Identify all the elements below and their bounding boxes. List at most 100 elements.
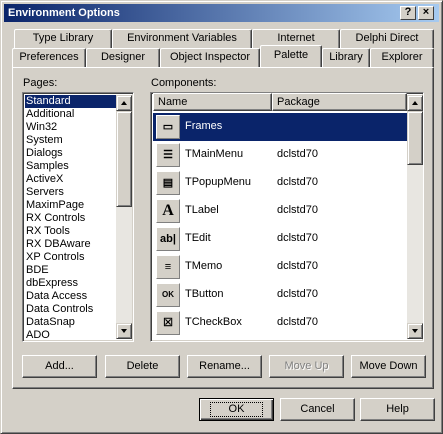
scroll-up-button[interactable] — [407, 95, 423, 111]
close-button[interactable]: × — [418, 6, 434, 20]
title-bar[interactable]: Environment Options ? × — [4, 4, 439, 22]
column-header-package[interactable]: Package — [272, 93, 407, 111]
component-row[interactable]: ▭ Frames — [153, 113, 408, 141]
scroll-thumb[interactable] — [407, 111, 423, 165]
component-row[interactable]: ▤ TPopupMenu dclstd70 — [153, 169, 408, 197]
environment-options-window: Environment Options ? × Type Library Env… — [0, 0, 443, 434]
pages-list-item[interactable]: Win32 — [25, 121, 116, 134]
scroll-up-button[interactable] — [116, 95, 132, 111]
tab-library[interactable]: Library — [322, 48, 370, 67]
component-package: dclstd70 — [277, 176, 318, 188]
component-package: dclstd70 — [277, 260, 318, 272]
pages-list-item[interactable]: XP Controls — [25, 251, 116, 264]
move-down-button[interactable]: Move Down — [351, 355, 426, 378]
close-icon: × — [422, 6, 430, 18]
scroll-down-button[interactable] — [116, 323, 132, 339]
tab-type-library[interactable]: Type Library — [14, 29, 112, 48]
tab-designer[interactable]: Designer — [86, 48, 160, 67]
tab-environment-variables[interactable]: Environment Variables — [112, 29, 252, 48]
tab-label: Explorer — [381, 51, 423, 63]
component-package: dclstd70 — [277, 148, 318, 160]
pages-list-item[interactable]: RX Controls — [25, 212, 116, 225]
pages-list-item[interactable]: RX Tools — [25, 225, 116, 238]
arrow-down-icon — [121, 329, 127, 333]
tab-label: Internet — [277, 32, 315, 44]
pages-listbox[interactable]: Standard Additional Win32 System Dialogs Samp… — [22, 92, 134, 342]
label-icon: A — [156, 199, 180, 223]
component-name: Frames — [185, 120, 223, 132]
component-row[interactable]: A TLabel dclstd70 — [153, 197, 408, 225]
pages-list-item[interactable]: Servers — [25, 186, 116, 199]
pages-list-item[interactable]: DataSnap — [25, 316, 116, 329]
pages-list-item[interactable]: RX DBAware — [25, 238, 116, 251]
checkbox-icon: ☒ — [156, 311, 180, 335]
rename-button[interactable]: Rename... — [187, 355, 262, 378]
tab-object-inspector[interactable]: Object Inspector — [160, 48, 260, 67]
frames-icon: ▭ — [156, 115, 180, 139]
column-header-name[interactable]: Name — [153, 93, 272, 111]
component-package: dclstd70 — [277, 232, 318, 244]
pages-list-item[interactable]: Data Access — [25, 290, 116, 303]
pages-list-item[interactable]: Data Controls — [25, 303, 116, 316]
cancel-button[interactable]: Cancel — [280, 398, 355, 421]
pages-list-item[interactable]: Samples — [25, 160, 116, 173]
ok-label: OK — [209, 402, 264, 417]
component-package: dclstd70 — [277, 316, 318, 328]
component-name: TMemo — [185, 260, 223, 272]
palette-panel: Pages: Components: Standard Additional Win… — [12, 67, 434, 389]
component-name: TPopupMenu — [185, 176, 252, 188]
window-title: Environment Options — [8, 7, 120, 19]
tab-label: Library — [329, 51, 363, 63]
pages-list-item[interactable]: Additional — [25, 108, 116, 121]
scroll-down-button[interactable] — [407, 323, 423, 339]
pages-list-item[interactable]: MaximPage — [25, 199, 116, 212]
pages-list-item[interactable]: BDE — [25, 264, 116, 277]
component-row[interactable]: ☒ TCheckBox dclstd70 — [153, 309, 408, 337]
component-row[interactable]: ≡ TMemo dclstd70 — [153, 253, 408, 281]
components-label: Components: — [151, 77, 217, 89]
pages-scrollbar[interactable] — [116, 95, 132, 339]
components-listview[interactable]: Name Package ▭ Frames ☰ TMainMenu dclstd70 ▤ T… — [150, 92, 424, 342]
question-icon: ? — [404, 6, 412, 18]
popup-menu-icon: ▤ — [156, 171, 180, 195]
ok-button[interactable]: OK — [199, 398, 274, 421]
help-titlebar-button[interactable]: ? — [400, 6, 416, 20]
component-name: TEdit — [185, 232, 211, 244]
scroll-thumb[interactable] — [116, 111, 132, 207]
memo-icon: ≡ — [156, 255, 180, 279]
component-name: TCheckBox — [185, 316, 242, 328]
pages-list-item[interactable]: System — [25, 134, 116, 147]
tab-label: Designer — [100, 51, 146, 63]
component-row[interactable]: OK TButton dclstd70 — [153, 281, 408, 309]
add-button[interactable]: Add... — [22, 355, 97, 378]
pages-label: Pages: — [23, 77, 58, 89]
components-scrollbar[interactable] — [407, 95, 423, 339]
pages-list-item[interactable]: ActiveX — [25, 173, 116, 186]
tab-label: Preferences — [19, 51, 79, 63]
component-row[interactable]: ab| TEdit dclstd70 — [153, 225, 408, 253]
button-icon: OK — [156, 283, 180, 307]
help-button[interactable]: Help — [360, 398, 435, 421]
arrow-down-icon — [412, 329, 418, 333]
component-name: TMainMenu — [185, 148, 244, 160]
tab-label: Type Library — [32, 32, 94, 44]
component-package: dclstd70 — [277, 288, 318, 300]
component-row[interactable]: ☰ TMainMenu dclstd70 — [153, 141, 408, 169]
pages-list-item[interactable]: ADO — [25, 329, 116, 341]
main-menu-icon: ☰ — [156, 143, 180, 167]
arrow-up-icon — [412, 101, 418, 105]
tab-label: Environment Variables — [127, 32, 237, 44]
tab-label: Object Inspector — [169, 51, 251, 63]
components-rows: ▭ Frames ☰ TMainMenu dclstd70 ▤ TPopupMenu dcls… — [153, 113, 408, 339]
tab-palette[interactable]: Palette — [260, 45, 322, 67]
tab-preferences[interactable]: Preferences — [12, 48, 86, 67]
pages-list-item[interactable]: dbExpress — [25, 277, 116, 290]
delete-button[interactable]: Delete — [105, 355, 180, 378]
pages-list-item[interactable]: Standard — [25, 95, 116, 108]
tab-delphi-direct[interactable]: Delphi Direct — [340, 29, 434, 48]
pages-list-item[interactable]: Dialogs — [25, 147, 116, 160]
move-up-button[interactable]: Move Up — [269, 355, 344, 378]
tab-explorer[interactable]: Explorer — [370, 48, 434, 67]
component-package: dclstd70 — [277, 204, 318, 216]
arrow-up-icon — [121, 101, 127, 105]
